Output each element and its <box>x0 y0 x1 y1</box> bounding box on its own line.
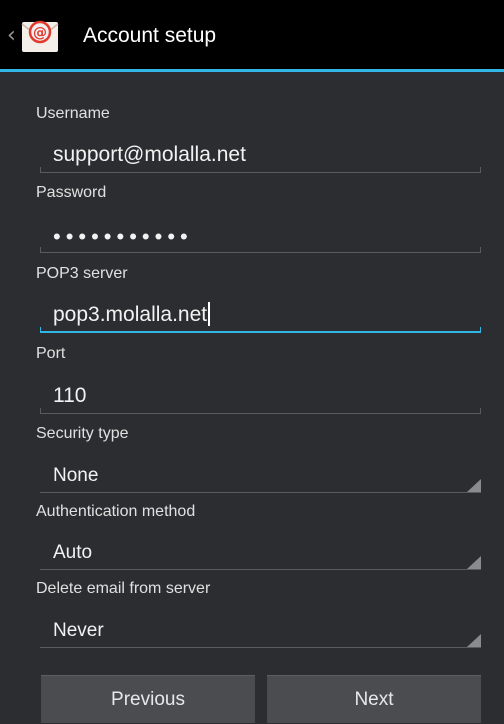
security-type-value: None <box>53 465 99 486</box>
security-type-label: Security type <box>36 425 129 442</box>
field-underline <box>40 172 481 173</box>
password-value: ••••••••••• <box>53 224 193 249</box>
field-underline <box>40 331 481 333</box>
password-label: Password <box>36 184 107 201</box>
authentication-method-label: Authentication method <box>36 503 196 520</box>
email-at-icon[interactable]: @ <box>20 18 60 54</box>
spinner-arrow-icon <box>467 634 481 647</box>
underline-tick <box>480 247 481 253</box>
port-value: 110 <box>53 384 87 407</box>
spinner-underline <box>40 492 481 493</box>
username-value: support@molalla.net <box>53 143 246 166</box>
delete-email-spinner[interactable]: Never <box>40 612 481 648</box>
action-bar: ‹ @ Account setup <box>0 0 504 72</box>
pop3-server-label: POP3 server <box>36 265 128 282</box>
password-field[interactable]: ••••••••••• <box>40 217 481 253</box>
pop3-server-field[interactable]: pop3.molalla.net <box>40 297 481 333</box>
security-type-spinner[interactable]: None <box>40 457 481 493</box>
field-underline <box>40 413 481 414</box>
spinner-arrow-icon <box>467 556 481 569</box>
underline-tick <box>480 167 481 173</box>
underline-tick <box>40 167 41 173</box>
delete-email-value: Never <box>53 620 104 641</box>
text-cursor <box>208 302 211 326</box>
port-label: Port <box>36 345 66 362</box>
pop3-server-value: pop3.molalla.net <box>53 303 208 326</box>
underline-tick <box>40 408 41 414</box>
field-underline <box>40 252 481 253</box>
underline-tick <box>40 247 41 253</box>
pop3-server-value-wrap: pop3.molalla.net <box>53 302 211 327</box>
next-button[interactable]: Next <box>267 675 481 723</box>
underline-tick <box>480 408 481 414</box>
delete-email-label: Delete email from server <box>36 580 211 597</box>
underline-tick <box>480 327 481 333</box>
svg-text:@: @ <box>33 25 47 41</box>
authentication-method-value: Auto <box>53 542 93 563</box>
username-label: Username <box>36 105 110 122</box>
port-field[interactable]: 110 <box>40 378 481 414</box>
spinner-underline <box>40 569 481 570</box>
previous-button[interactable]: Previous <box>41 675 255 723</box>
up-caret-icon[interactable]: ‹ <box>7 25 16 47</box>
authentication-method-spinner[interactable]: Auto <box>40 534 481 570</box>
spinner-arrow-icon <box>467 479 481 492</box>
spinner-underline <box>40 647 481 648</box>
username-field[interactable]: support@molalla.net <box>40 137 481 173</box>
page-title: Account setup <box>83 24 217 47</box>
underline-tick <box>40 327 41 333</box>
